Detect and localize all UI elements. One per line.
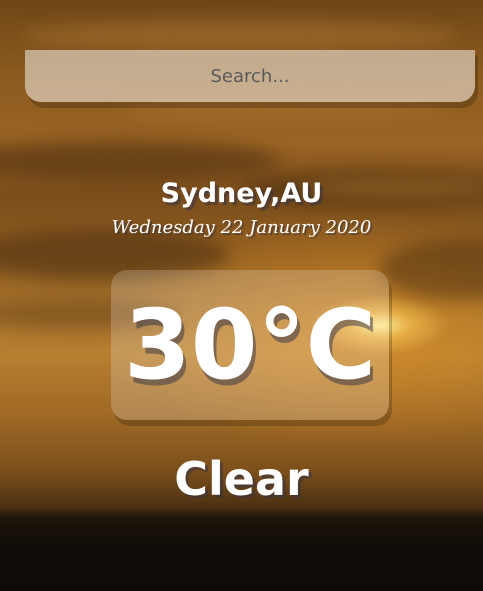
search-input[interactable] xyxy=(25,50,475,102)
dark-horizon xyxy=(0,509,483,591)
location-box: Sydney,AU xyxy=(0,178,483,209)
cloud-band xyxy=(20,20,460,50)
cloud-band xyxy=(0,140,280,180)
temperature-value: 30°C xyxy=(123,289,377,401)
current-date: Wednesday 22 January 2020 xyxy=(111,217,372,238)
temperature-box: 30°C xyxy=(111,270,389,420)
city-name: Sydney,AU xyxy=(160,178,323,209)
cloud-band xyxy=(380,240,483,300)
weather-condition: Clear xyxy=(174,452,309,506)
